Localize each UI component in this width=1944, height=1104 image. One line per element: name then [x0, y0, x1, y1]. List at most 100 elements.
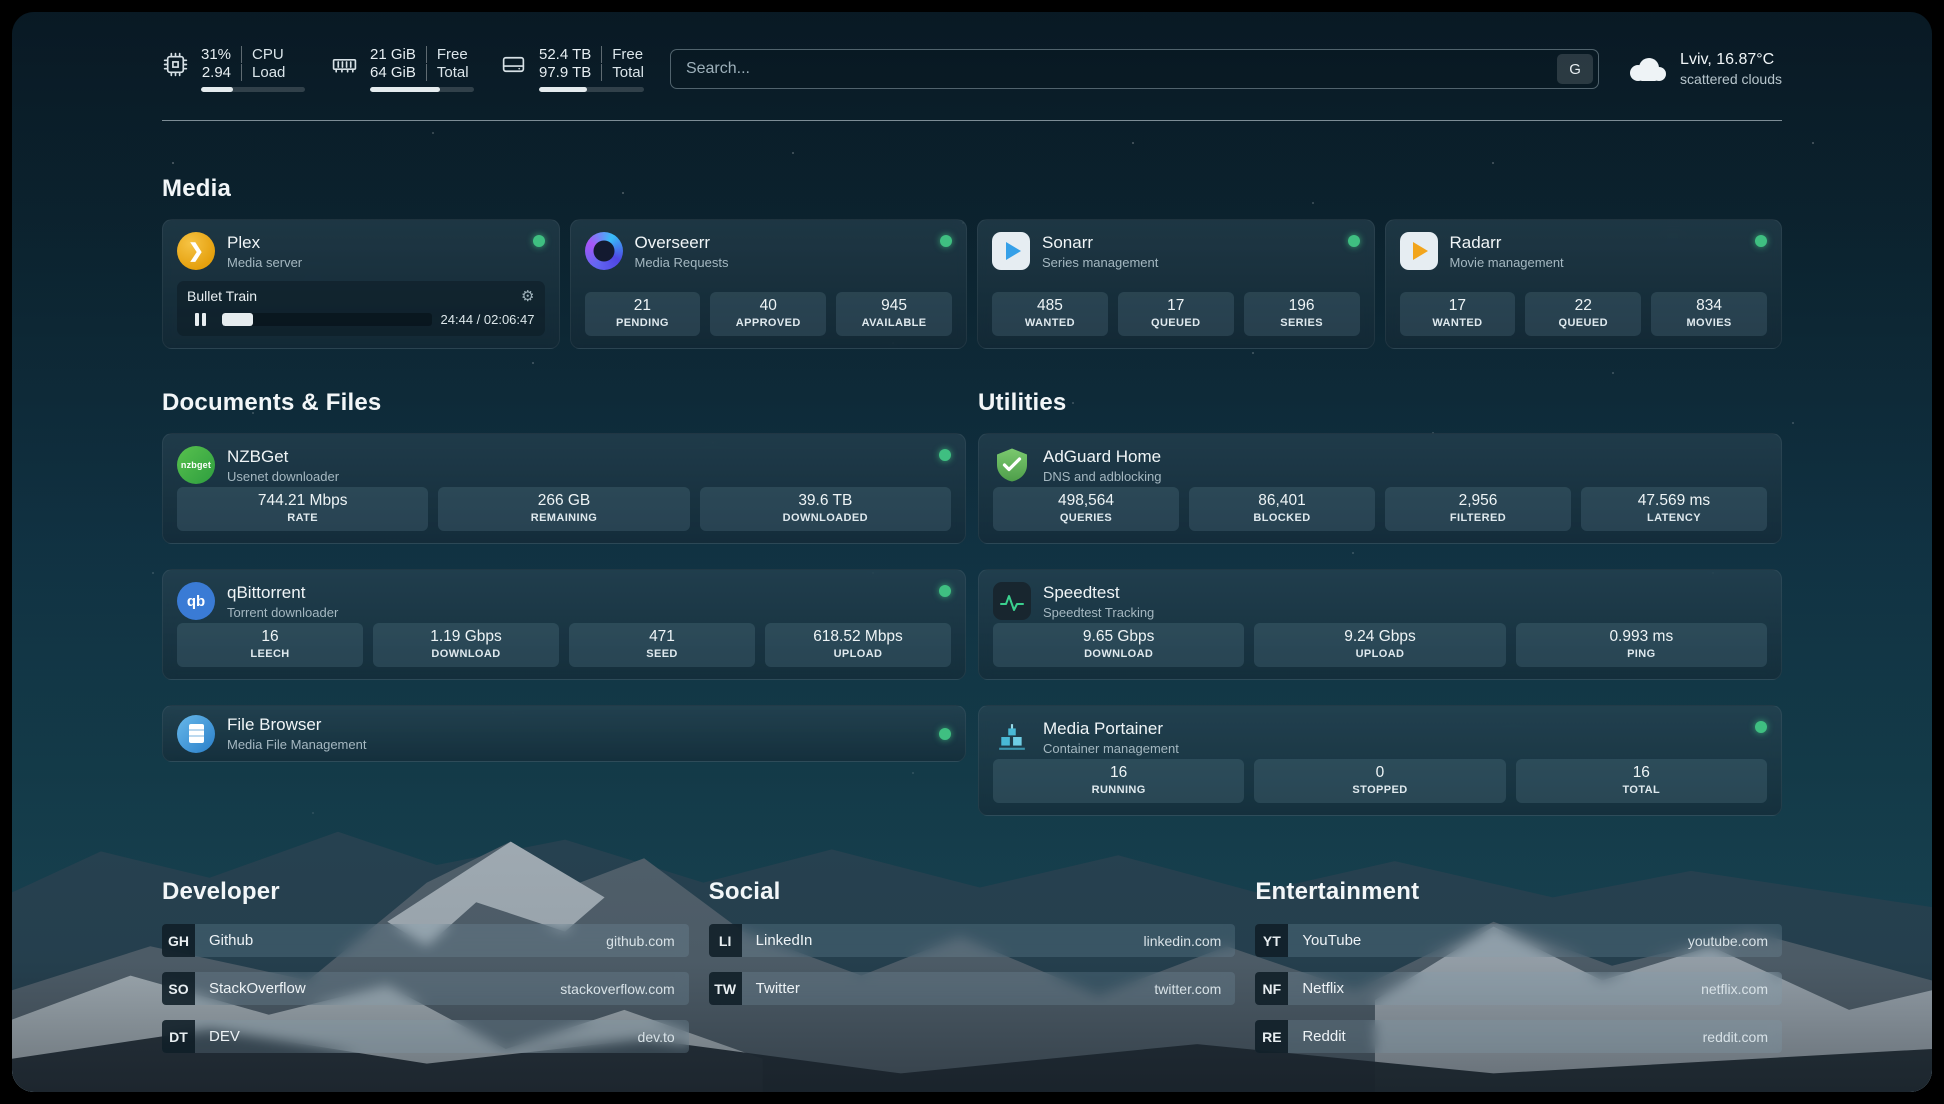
- cpu-icon: [162, 51, 189, 78]
- developer-bookmark-list: GH Github github.com SO StackOverflow st…: [162, 924, 689, 1053]
- stat-label: RATE: [181, 512, 424, 524]
- bookmark-abbr-badge: YT: [1255, 924, 1288, 957]
- sonarr-subtitle: Series management: [1042, 255, 1158, 270]
- disk-usage-bar: [539, 87, 644, 92]
- stat-label: AVAILABLE: [840, 317, 948, 329]
- stat-label: DOWNLOAD: [997, 648, 1240, 660]
- stat-value: 39.6 TB: [704, 492, 947, 510]
- dashboard-app: 31% CPU 2.94 Load: [0, 0, 1944, 1104]
- bookmark-link[interactable]: NF Netflix netflix.com: [1255, 972, 1782, 1005]
- bookmark-abbr-badge: RE: [1255, 1020, 1288, 1053]
- stat-box: 0.993 ms PING: [1516, 623, 1767, 667]
- overseerr-stats: 21 PENDING 40 APPROVED 945: [585, 292, 953, 336]
- stat-box: 9.65 Gbps DOWNLOAD: [993, 623, 1244, 667]
- disk-icon: [500, 51, 527, 78]
- stat-label: PING: [1520, 648, 1763, 660]
- speedtest-card[interactable]: Speedtest Speedtest Tracking 9.65 Gbps D…: [978, 569, 1782, 680]
- bookmark-link[interactable]: YT YouTube youtube.com: [1255, 924, 1782, 957]
- portainer-stats: 16 RUNNING 0 STOPPED: [993, 759, 1767, 803]
- filebrowser-card[interactable]: File Browser Media File Management: [162, 705, 966, 762]
- stat-value: 0: [1258, 764, 1501, 782]
- playback-progress-bar[interactable]: [222, 313, 432, 326]
- stat-box: 834 MOVIES: [1651, 292, 1767, 336]
- nzbget-stats: 744.21 Mbps RATE 266 GB REMAINING: [177, 487, 951, 531]
- radarr-subtitle: Movie management: [1450, 255, 1564, 270]
- adguard-card[interactable]: AdGuard Home DNS and adblocking 498,564 …: [978, 433, 1782, 544]
- overseerr-subtitle: Media Requests: [635, 255, 729, 270]
- stat-value: 17: [1122, 297, 1230, 315]
- bookmark-url: reddit.com: [1703, 1029, 1768, 1045]
- stat-value: 196: [1248, 297, 1356, 315]
- cpu-label-top: CPU: [241, 46, 285, 63]
- cpu-load-value: 2.94: [201, 64, 241, 81]
- search-bar[interactable]: G: [670, 49, 1599, 89]
- weather-condition: scattered clouds: [1680, 71, 1782, 87]
- adguard-stats: 498,564 QUERIES 86,401 BLOCKED: [993, 487, 1767, 531]
- overseerr-card[interactable]: Overseerr Media Requests 21 PENDING: [570, 219, 968, 349]
- stat-label: RUNNING: [997, 784, 1240, 796]
- stat-label: BLOCKED: [1193, 512, 1371, 524]
- stat-box: 17 WANTED: [1400, 292, 1516, 336]
- bookmark-name: StackOverflow: [209, 980, 306, 997]
- stat-box: 0 STOPPED: [1254, 759, 1505, 803]
- stat-label: LATENCY: [1585, 512, 1763, 524]
- bookmark-url: netflix.com: [1701, 981, 1768, 997]
- disk-free-value: 52.4 TB: [539, 46, 601, 63]
- search-input[interactable]: [686, 60, 1557, 78]
- search-engine-button[interactable]: G: [1557, 54, 1593, 84]
- stat-label: QUERIES: [997, 512, 1175, 524]
- dashboard-screen: 31% CPU 2.94 Load: [12, 12, 1932, 1092]
- playback-progress-fill: [222, 313, 253, 326]
- qbittorrent-card[interactable]: qb qBittorrent Torrent downloader: [162, 569, 966, 680]
- bookmark-link[interactable]: GH Github github.com: [162, 924, 689, 957]
- stat-box: 40 APPROVED: [710, 292, 826, 336]
- stat-box: 17 QUEUED: [1118, 292, 1234, 336]
- stat-label: WANTED: [1404, 317, 1512, 329]
- bookmark-link[interactable]: DT DEV dev.to: [162, 1020, 689, 1053]
- bookmark-link[interactable]: TW Twitter twitter.com: [709, 972, 1236, 1005]
- stat-label: STOPPED: [1258, 784, 1501, 796]
- bookmark-link[interactable]: SO StackOverflow stackoverflow.com: [162, 972, 689, 1005]
- plex-card[interactable]: ❯ Plex Media server Bullet Train ⚙: [162, 219, 560, 349]
- bookmark-url: dev.to: [638, 1029, 675, 1045]
- section-title-social: Social: [709, 878, 1236, 906]
- bookmark-abbr-badge: SO: [162, 972, 195, 1005]
- nzbget-icon: nzbget: [177, 446, 215, 484]
- bookmark-group-developer: Developer GH Github github.com SO Stac: [162, 878, 689, 1053]
- bookmark-url: stackoverflow.com: [560, 981, 674, 997]
- filebrowser-subtitle: Media File Management: [227, 737, 366, 752]
- nzbget-subtitle: Usenet downloader: [227, 469, 339, 484]
- stat-label: QUEUED: [1529, 317, 1637, 329]
- cloud-icon: [1625, 55, 1667, 83]
- stat-value: 86,401: [1193, 492, 1371, 510]
- filebrowser-status-dot: [939, 728, 951, 740]
- stat-box: 86,401 BLOCKED: [1189, 487, 1375, 531]
- ram-label-bottom: Total: [426, 64, 469, 81]
- gear-icon[interactable]: ⚙: [521, 289, 534, 304]
- stat-label: REMAINING: [442, 512, 685, 524]
- cpu-usage-percent: 31%: [201, 46, 241, 63]
- radarr-card[interactable]: Radarr Movie management 17 WANTED: [1385, 219, 1783, 349]
- sonarr-icon: [992, 232, 1030, 270]
- weather-location: Lviv, 16.87°C: [1680, 51, 1782, 69]
- sonarr-card[interactable]: Sonarr Series management 485 WANTED: [977, 219, 1375, 349]
- bookmark-abbr-badge: NF: [1255, 972, 1288, 1005]
- overseerr-icon: [585, 232, 623, 270]
- stat-box: 16 RUNNING: [993, 759, 1244, 803]
- portainer-subtitle: Container management: [1043, 741, 1179, 756]
- portainer-card[interactable]: Media Portainer Container management 16 …: [978, 705, 1782, 816]
- ram-icon: [331, 51, 358, 78]
- stat-box: 945 AVAILABLE: [836, 292, 952, 336]
- stat-label: FILTERED: [1389, 512, 1567, 524]
- stat-box: 16 LEECH: [177, 623, 363, 667]
- overseerr-title: Overseerr: [635, 233, 729, 253]
- weather-widget[interactable]: Lviv, 16.87°C scattered clouds: [1625, 51, 1782, 87]
- bookmark-url: linkedin.com: [1144, 933, 1222, 949]
- ram-label-top: Free: [426, 46, 469, 63]
- pause-icon[interactable]: [187, 312, 213, 327]
- bookmark-name: LinkedIn: [756, 932, 813, 949]
- bookmark-link[interactable]: LI LinkedIn linkedin.com: [709, 924, 1236, 957]
- nzbget-card[interactable]: nzbget NZBGet Usenet downloader: [162, 433, 966, 544]
- stat-value: 834: [1655, 297, 1763, 315]
- bookmark-link[interactable]: RE Reddit reddit.com: [1255, 1020, 1782, 1053]
